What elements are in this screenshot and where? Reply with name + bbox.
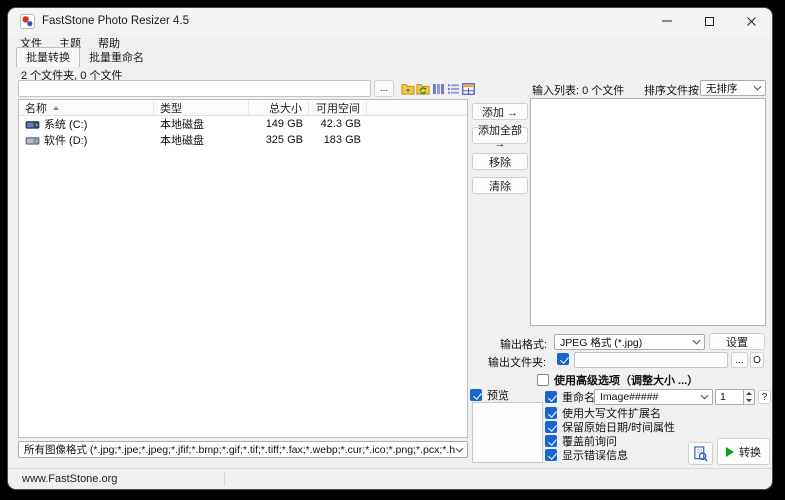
- details-view-icon[interactable]: [431, 82, 445, 96]
- column-header-type[interactable]: 类型: [154, 100, 249, 115]
- statusbar-url: www.FastStone.org: [22, 473, 117, 485]
- rename-label: 重命名: [562, 389, 595, 405]
- preview-checkbox[interactable]: [470, 389, 482, 401]
- cell-drive-type: 本地磁盘: [154, 116, 249, 132]
- browse-folder-button[interactable]: ...: [374, 80, 394, 97]
- uppercase-ext-checkbox[interactable]: [545, 407, 557, 419]
- rename-start-spinner: [744, 389, 755, 405]
- sort-by-value: 无排序: [706, 81, 738, 96]
- statusbar: www.FastStone.org: [8, 468, 772, 489]
- drive-icon: [25, 119, 40, 130]
- table-row[interactable]: 系统 (C:) 本地磁盘 149 GB 42.3 GB: [19, 116, 467, 132]
- cell-drive-type: 本地磁盘: [154, 132, 249, 148]
- convert-play-icon: [726, 447, 734, 457]
- path-input[interactable]: [18, 80, 371, 97]
- clear-button[interactable]: 清除: [472, 177, 528, 194]
- settings-button[interactable]: 设置: [709, 333, 765, 350]
- spin-up-button[interactable]: [744, 390, 754, 397]
- minimize-button[interactable]: [646, 8, 688, 34]
- folder-up-icon[interactable]: [401, 82, 415, 96]
- preview-checkbox-row[interactable]: 预览: [470, 387, 509, 403]
- cell-drive-size: 325 GB: [249, 134, 309, 146]
- output-format-select[interactable]: JPEG 格式 (*.jpg): [554, 334, 705, 350]
- list-view-icon[interactable]: [446, 82, 460, 96]
- column-header-name[interactable]: 名称: [19, 100, 154, 115]
- preview-document-icon: [693, 446, 708, 462]
- output-folder-browse-button[interactable]: ...: [731, 352, 748, 368]
- drive-icon: [25, 135, 40, 146]
- add-button[interactable]: 添加 →: [472, 103, 528, 120]
- open-output-folder-button[interactable]: O: [750, 352, 764, 368]
- window-title: FastStone Photo Resizer 4.5: [42, 15, 189, 27]
- output-folder-checkbox[interactable]: [557, 353, 569, 365]
- tab-batch-rename[interactable]: 批量重命名: [80, 48, 153, 67]
- output-format-label: 输出格式:: [500, 336, 547, 352]
- remove-button[interactable]: 移除: [472, 153, 528, 170]
- sort-by-select[interactable]: 无排序: [700, 80, 766, 96]
- advanced-options-checkbox-row[interactable]: 使用高级选项（调整大小 ...）: [537, 372, 698, 388]
- folder-refresh-icon[interactable]: [416, 82, 430, 96]
- preview-conversion-button[interactable]: [688, 442, 713, 465]
- rename-pattern-select[interactable]: Image#####: [594, 389, 713, 405]
- convert-label: 转换: [739, 444, 761, 460]
- app-logo-icon: [20, 14, 35, 29]
- rename-start-number: 1: [715, 389, 755, 405]
- format-filter-select[interactable]: 所有图像格式 (*.jpg;*.jpe;*.jpeg;*.jfif;*.bmp;…: [18, 441, 468, 458]
- table-header: 名称 类型 总大小 可用空间: [19, 100, 467, 116]
- maximize-button[interactable]: [688, 8, 730, 34]
- tabbar: 批量转换 批量重命名: [8, 51, 772, 67]
- rename-help-button[interactable]: ?: [758, 390, 771, 404]
- input-file-list[interactable]: [530, 98, 766, 326]
- show-errors-label: 显示错误信息: [562, 447, 628, 463]
- output-format-value: JPEG 格式 (*.jpg): [560, 335, 642, 350]
- chevron-down-icon: [753, 85, 762, 91]
- output-folder-label: 输出文件夹:: [488, 354, 546, 370]
- cell-drive-free: 183 GB: [309, 134, 367, 146]
- cell-drive-free: 42.3 GB: [309, 118, 367, 130]
- cell-drive-name: 系统 (C:): [19, 116, 154, 132]
- advanced-options-checkbox[interactable]: [537, 374, 549, 386]
- table-row[interactable]: 软件 (D:) 本地磁盘 325 GB 183 GB: [19, 132, 467, 148]
- convert-button[interactable]: 转换: [717, 438, 770, 465]
- chevron-down-icon: [700, 394, 709, 400]
- rename-checkbox[interactable]: [545, 391, 557, 403]
- chevron-down-icon: [455, 447, 464, 453]
- sort-by-label: 排序文件按:: [644, 82, 702, 98]
- rename-checkbox-row[interactable]: 重命名: [545, 389, 595, 405]
- advanced-options-label: 使用高级选项（调整大小 ...）: [554, 372, 698, 388]
- statusbar-divider: [224, 472, 225, 486]
- cell-drive-size: 149 GB: [249, 118, 309, 130]
- ask-overwrite-checkbox[interactable]: [545, 435, 557, 447]
- titlebar: FastStone Photo Resizer 4.5: [8, 8, 772, 34]
- file-browser-table: 名称 类型 总大小 可用空间 系统 (C:) 本地磁盘 149 GB 42.3 …: [18, 99, 468, 438]
- chevron-down-icon: [692, 339, 701, 345]
- output-folder-input[interactable]: [574, 352, 728, 368]
- show-errors-checkbox[interactable]: [545, 449, 557, 461]
- show-errors-checkbox-row[interactable]: 显示错误信息: [545, 447, 628, 463]
- close-button[interactable]: [730, 8, 772, 34]
- input-list-label: 输入列表: 0 个文件: [532, 82, 624, 98]
- app-window: FastStone Photo Resizer 4.5 文件 主题 帮助 批量转…: [8, 8, 772, 489]
- spin-down-button[interactable]: [744, 397, 754, 404]
- column-header-size[interactable]: 总大小: [249, 100, 309, 115]
- preview-thumbnail-box: [472, 402, 543, 463]
- preview-label: 预览: [487, 387, 509, 403]
- window-controls: [646, 8, 772, 34]
- column-header-free[interactable]: 可用空间: [309, 100, 367, 115]
- add-all-button[interactable]: 添加全部 →: [472, 127, 528, 144]
- thumbnail-view-icon[interactable]: [461, 82, 475, 96]
- format-filter-value: 所有图像格式 (*.jpg;*.jpe;*.jpeg;*.jfif;*.bmp;…: [24, 442, 455, 457]
- sort-ascending-icon: [53, 106, 59, 110]
- keep-datetime-checkbox[interactable]: [545, 421, 557, 433]
- rename-pattern-value: Image#####: [600, 391, 658, 403]
- cell-drive-name: 软件 (D:): [19, 132, 154, 148]
- tab-batch-convert[interactable]: 批量转换: [16, 47, 80, 67]
- browser-toolbar: [401, 80, 475, 97]
- rename-start-input[interactable]: 1: [715, 389, 744, 405]
